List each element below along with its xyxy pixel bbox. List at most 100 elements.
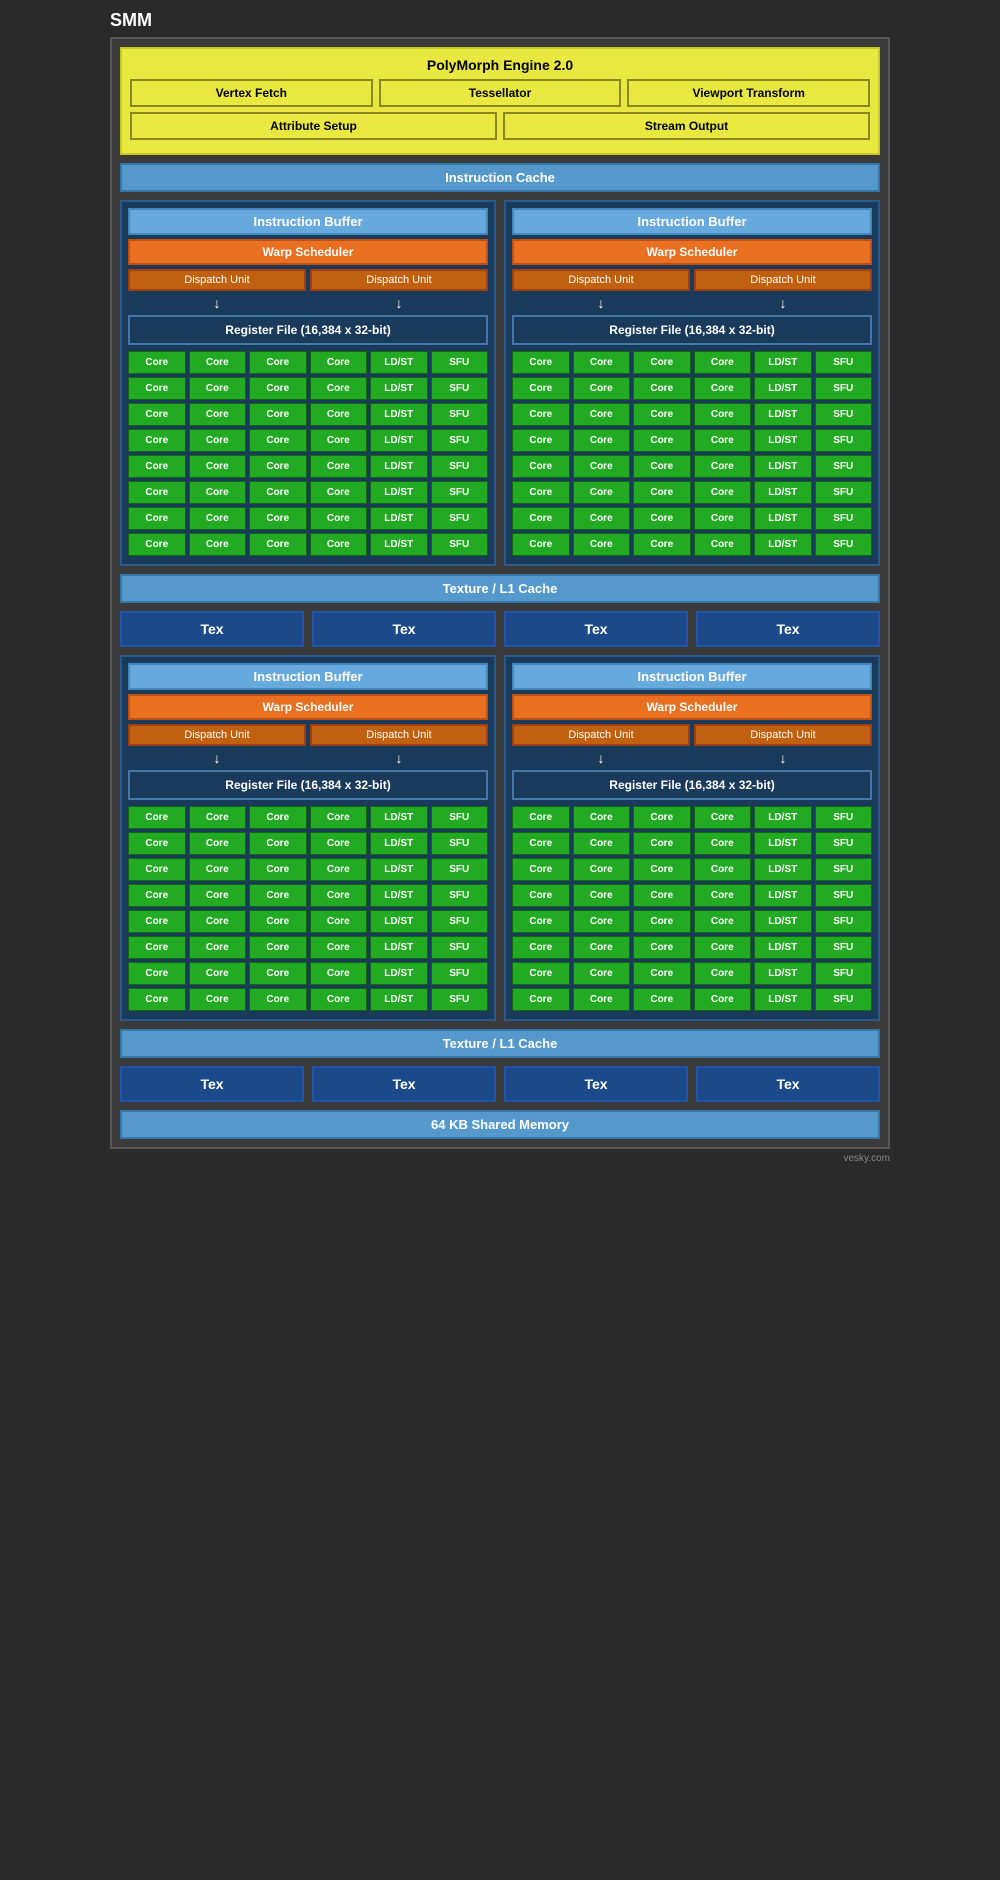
core-cell: Core [310,507,368,530]
core-grid-1r: CoreCoreCoreCoreLD/STSFUCoreCoreCoreCore… [512,351,872,556]
ws-2l: Warp Scheduler [128,694,488,720]
polymorph-engine: PolyMorph Engine 2.0 Vertex Fetch Tessel… [120,47,880,155]
core-cell: SFU [815,884,873,907]
vertex-fetch: Vertex Fetch [130,79,373,107]
core-cell: Core [512,403,570,426]
core-cell: SFU [431,377,489,400]
tex-box: Tex [312,611,496,647]
core-cell: SFU [431,988,489,1011]
core-cell: Core [249,910,307,933]
dispatch-row-1r: Dispatch Unit Dispatch Unit [512,269,872,291]
core-cell: SFU [431,507,489,530]
core-cell: Core [310,806,368,829]
core-cell: Core [573,377,631,400]
core-cell: Core [573,858,631,881]
core-cell: Core [633,910,691,933]
core-cell: LD/ST [754,806,812,829]
core-cell: Core [633,429,691,452]
core-cell: Core [128,910,186,933]
core-cell: Core [310,858,368,881]
core-cell: LD/ST [370,351,428,374]
dispatch-row-1l: Dispatch Unit Dispatch Unit [128,269,488,291]
core-cell: Core [128,858,186,881]
core-cell: SFU [431,351,489,374]
core-cell: LD/ST [370,481,428,504]
core-cell: Core [310,481,368,504]
core-cell: SFU [815,962,873,985]
core-cell: LD/ST [370,429,428,452]
core-cell: Core [128,377,186,400]
core-cell: Core [189,403,247,426]
rf-1r: Register File (16,384 x 32-bit) [512,315,872,345]
core-cell: Core [512,429,570,452]
du-1l-0: Dispatch Unit [128,269,306,291]
core-grid-2l: CoreCoreCoreCoreLD/STSFUCoreCoreCoreCore… [128,806,488,1011]
core-cell: LD/ST [754,481,812,504]
core-cell: Core [573,884,631,907]
du-1r-1: Dispatch Unit [694,269,872,291]
core-cell: LD/ST [370,858,428,881]
core-cell: Core [694,988,752,1011]
core-cell: Core [512,806,570,829]
core-cell: SFU [815,403,873,426]
core-cell: Core [573,507,631,530]
core-cell: Core [573,988,631,1011]
core-grid-1l: CoreCoreCoreCoreLD/STSFUCoreCoreCoreCore… [128,351,488,556]
core-cell: LD/ST [754,429,812,452]
arrows-1l: ↓ ↓ [128,295,488,311]
core-cell: Core [128,988,186,1011]
core-cell: LD/ST [370,403,428,426]
core-cell: LD/ST [754,988,812,1011]
core-cell: Core [189,832,247,855]
texture-cache-1: Texture / L1 Cache [120,574,880,603]
core-cell: Core [128,884,186,907]
stream-output: Stream Output [503,112,870,140]
core-cell: Core [249,377,307,400]
core-cell: SFU [431,962,489,985]
core-cell: SFU [431,858,489,881]
core-cell: SFU [815,936,873,959]
arrows-2l: ↓ ↓ [128,750,488,766]
core-cell: LD/ST [370,533,428,556]
core-cell: LD/ST [754,351,812,374]
core-cell: Core [128,403,186,426]
arrows-1r: ↓ ↓ [512,295,872,311]
core-cell: Core [128,455,186,478]
core-cell: Core [512,962,570,985]
tex-row-1: TexTexTexTex [120,611,880,647]
tex-box: Tex [696,1066,880,1102]
core-cell: Core [128,832,186,855]
core-cell: Core [249,806,307,829]
core-cell: Core [512,988,570,1011]
core-cell: Core [694,962,752,985]
polymorph-title: PolyMorph Engine 2.0 [130,57,870,73]
core-cell: SFU [815,910,873,933]
core-cell: Core [573,832,631,855]
sm-unit-2-right: Instruction Buffer Warp Scheduler Dispat… [504,655,880,1021]
core-cell: Core [694,533,752,556]
core-cell: Core [633,962,691,985]
core-cell: Core [310,377,368,400]
core-cell: Core [512,507,570,530]
core-cell: Core [573,429,631,452]
core-cell: Core [249,832,307,855]
attribute-setup: Attribute Setup [130,112,497,140]
core-cell: SFU [815,351,873,374]
core-cell: Core [128,533,186,556]
du-1l-1: Dispatch Unit [310,269,488,291]
core-cell: Core [249,533,307,556]
smm-title: SMM [110,10,890,31]
core-cell: SFU [431,910,489,933]
core-cell: Core [310,832,368,855]
core-cell: Core [310,988,368,1011]
core-cell: LD/ST [370,377,428,400]
core-cell: SFU [431,533,489,556]
core-cell: LD/ST [754,858,812,881]
core-cell: Core [694,377,752,400]
core-cell: LD/ST [370,455,428,478]
tex-row-2: TexTexTexTex [120,1066,880,1102]
core-cell: Core [189,533,247,556]
core-cell: Core [310,884,368,907]
core-cell: Core [573,481,631,504]
core-cell: SFU [815,533,873,556]
